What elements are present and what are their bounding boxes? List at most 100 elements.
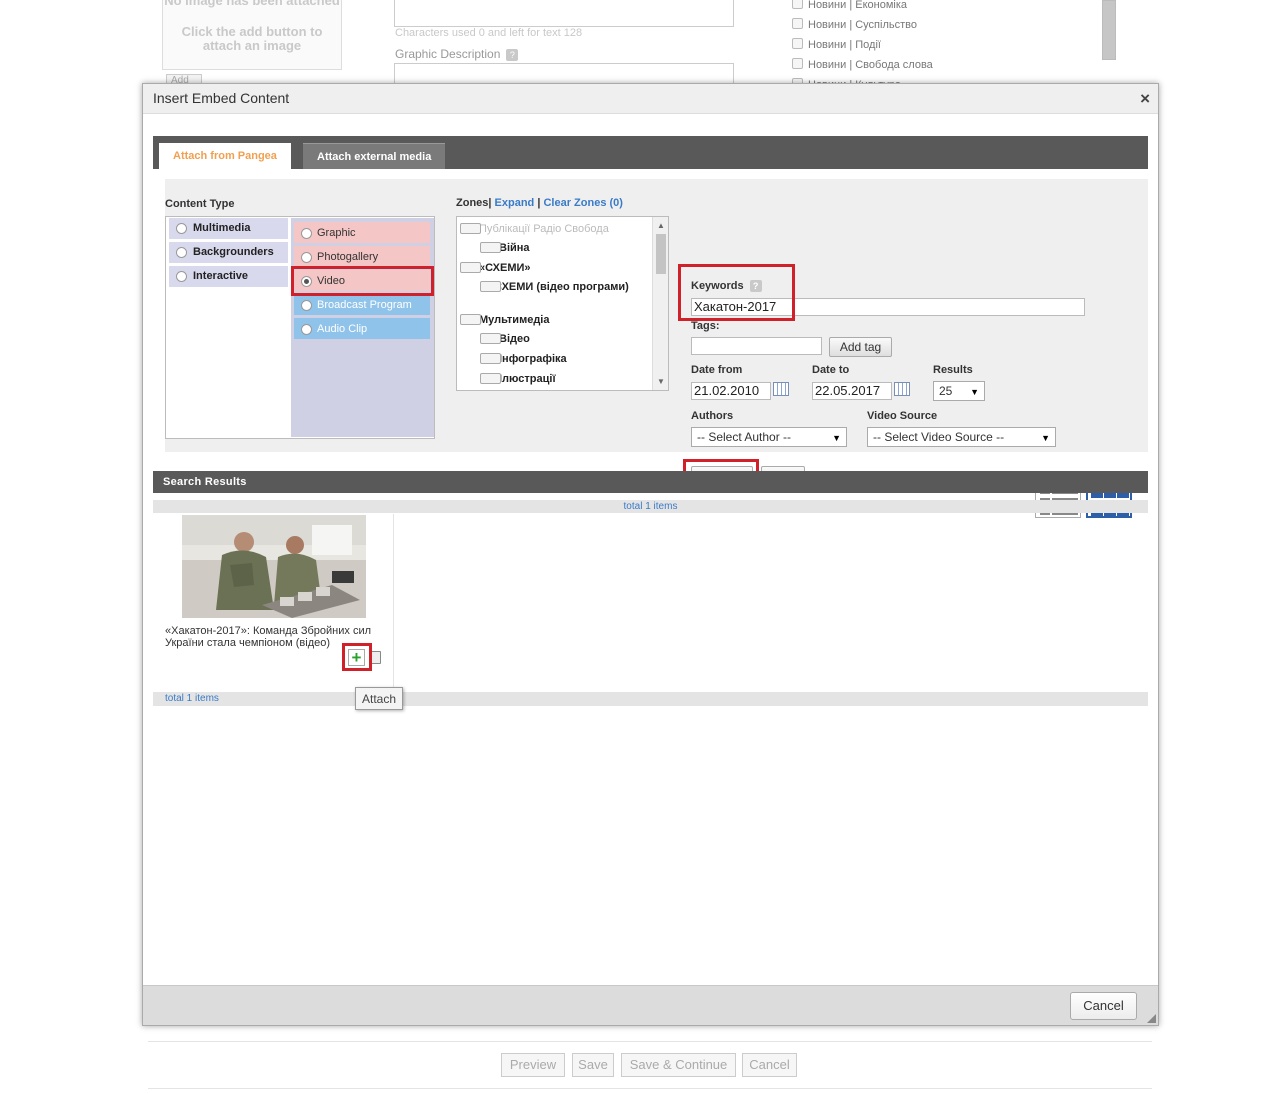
add-tag-button[interactable]: Add tag [829, 337, 892, 357]
page-cancel-button[interactable]: Cancel [742, 1053, 797, 1077]
authors-select[interactable]: -- Select Author -- ▼ [691, 427, 847, 447]
video-source-label: Video Source [867, 410, 938, 422]
calendar-icon[interactable] [894, 382, 910, 396]
tags-input[interactable] [691, 337, 822, 355]
date-to-input[interactable]: 22.05.2017 [812, 382, 892, 400]
results-total-top: total 1 items [153, 500, 1148, 513]
save-button[interactable]: Save [572, 1053, 614, 1077]
resize-handle-icon[interactable] [1147, 1014, 1156, 1023]
tab-bar: Attach from Pangea Attach external media [153, 136, 1148, 169]
content-type-graphic[interactable]: Graphic [294, 222, 430, 243]
content-type-box: Multimedia Backgrounders Interactive Gra… [165, 216, 435, 439]
graphic-description-field[interactable] [394, 63, 734, 85]
zone-item[interactable]: Інфографіка [480, 353, 650, 366]
checkbox-icon[interactable] [480, 281, 501, 292]
graphic-description-text: Graphic Description [395, 47, 501, 61]
category-label: Новини | Суспільство [808, 19, 917, 31]
content-type-audio-clip[interactable]: Audio Clip [294, 318, 430, 339]
radio-icon[interactable] [176, 223, 187, 234]
zone-item[interactable]: Мультимедіа [460, 314, 650, 327]
chevron-down-icon: ▼ [1041, 433, 1050, 443]
video-thumbnail[interactable] [182, 515, 366, 618]
dialog-cancel-button[interactable]: Cancel [1070, 992, 1137, 1020]
checkbox-icon[interactable] [460, 262, 481, 273]
content-subtype-list: Graphic Photogallery Video Broadcast Pro… [291, 218, 434, 437]
help-icon[interactable]: ? [506, 48, 519, 61]
radio-icon[interactable] [301, 300, 312, 311]
zone-label: Інфографіка [499, 353, 567, 365]
page-footer: Preview Save Save & Continue Cancel [148, 1041, 1152, 1089]
preview-button[interactable]: Preview [501, 1053, 565, 1077]
content-type-broadcast-program[interactable]: Broadcast Program [294, 294, 430, 315]
date-to-label: Date to [812, 364, 850, 376]
checkbox-icon[interactable] [480, 353, 501, 364]
zone-item: Публікації Радіо Свобода [460, 223, 650, 236]
checkbox-icon[interactable] [460, 314, 481, 325]
image-placeholder-line1: No image has been attached [164, 0, 340, 8]
checkbox-icon[interactable] [480, 333, 501, 344]
radio-icon[interactable] [176, 247, 187, 258]
zones-list: Публікації Радіо Свобода Війна «СХЕМИ» !… [456, 216, 669, 391]
dialog-footer: Cancel [143, 985, 1158, 1025]
result-card[interactable]: «Хакатон-2017»: Команда Збройних сил Укр… [153, 514, 394, 692]
results-total-bottom: total 1 items [153, 692, 1148, 706]
content-type-label: Content Type [165, 198, 235, 210]
chevron-down-icon: ▼ [832, 433, 841, 443]
authors-label: Authors [691, 410, 734, 422]
radio-icon[interactable] [301, 252, 312, 263]
content-type-interactive[interactable]: Interactive [169, 266, 288, 287]
category-item[interactable]: Новини | Суспільство [790, 18, 1120, 38]
video-source-select[interactable]: -- Select Video Source -- ▼ [867, 427, 1056, 447]
category-label: Новини | Економіка [808, 0, 907, 11]
category-scrollbar[interactable] [1102, 0, 1116, 60]
zone-item[interactable]: Війна [480, 242, 650, 255]
zone-label: Війна [499, 242, 530, 254]
checkbox-icon[interactable] [792, 0, 803, 9]
dialog-title: Insert Embed Content [153, 90, 290, 106]
checkbox-icon[interactable] [480, 242, 501, 253]
save-continue-button[interactable]: Save & Continue [621, 1053, 736, 1077]
zone-item[interactable]: Відео [480, 333, 650, 346]
scroll-up-icon[interactable]: ▲ [657, 221, 665, 230]
zone-item[interactable]: Ілюстрації [480, 373, 650, 386]
content-type-photogallery-label: Photogallery [317, 251, 379, 263]
chevron-down-icon: ▼ [970, 387, 979, 397]
content-type-backgrounders[interactable]: Backgrounders [169, 242, 288, 263]
radio-icon[interactable] [176, 271, 187, 282]
checkbox-icon[interactable] [792, 18, 803, 29]
tab-attach-from-pangea[interactable]: Attach from Pangea [159, 143, 291, 169]
scroll-down-icon[interactable]: ▼ [657, 377, 665, 386]
category-item[interactable]: Новини | Події [790, 38, 1120, 58]
zone-label: «СХЕМИ» [479, 262, 531, 274]
tab-attach-external-media[interactable]: Attach external media [303, 143, 446, 169]
zones-separator: | [537, 197, 541, 209]
zone-item[interactable]: !!! СХЕМИ (відео програми) [480, 281, 630, 294]
image-placeholder: No image has been attached Click the add… [162, 0, 342, 70]
zones-scrollbar[interactable]: ▲ ▼ [652, 217, 668, 390]
radio-icon[interactable] [301, 228, 312, 239]
clear-zones-link[interactable]: Clear Zones (0) [543, 197, 622, 209]
category-label: Новини | Події [808, 39, 881, 51]
content-type-interactive-label: Interactive [193, 270, 249, 282]
checkbox-icon[interactable] [792, 38, 803, 49]
results-select[interactable]: 25 ▼ [933, 381, 985, 401]
date-from-input[interactable]: 21.02.2010 [691, 382, 771, 400]
scroll-thumb[interactable] [656, 234, 666, 274]
content-type-photogallery[interactable]: Photogallery [294, 246, 430, 267]
category-item[interactable]: Новини | Свобода слова [790, 58, 1120, 78]
results-value: 25 [939, 384, 953, 398]
close-icon[interactable]: × [1140, 89, 1150, 109]
insert-embed-dialog: Insert Embed Content × Attach from Pange… [142, 83, 1159, 1026]
zone-item[interactable]: «СХЕМИ» [460, 262, 650, 275]
zones-expand-link[interactable]: Expand [495, 197, 535, 209]
category-item[interactable]: Новини | Економіка [790, 0, 1120, 18]
checkbox-icon[interactable] [792, 58, 803, 69]
video-source-value: -- Select Video Source -- [873, 430, 1005, 444]
radio-icon[interactable] [301, 324, 312, 335]
content-type-multimedia[interactable]: Multimedia [169, 218, 288, 239]
highlight-attach [342, 643, 372, 671]
text-area[interactable] [394, 0, 734, 27]
zone-label: Публікації Радіо Свобода [479, 223, 609, 235]
calendar-icon[interactable] [773, 382, 789, 396]
checkbox-icon[interactable] [480, 373, 501, 384]
